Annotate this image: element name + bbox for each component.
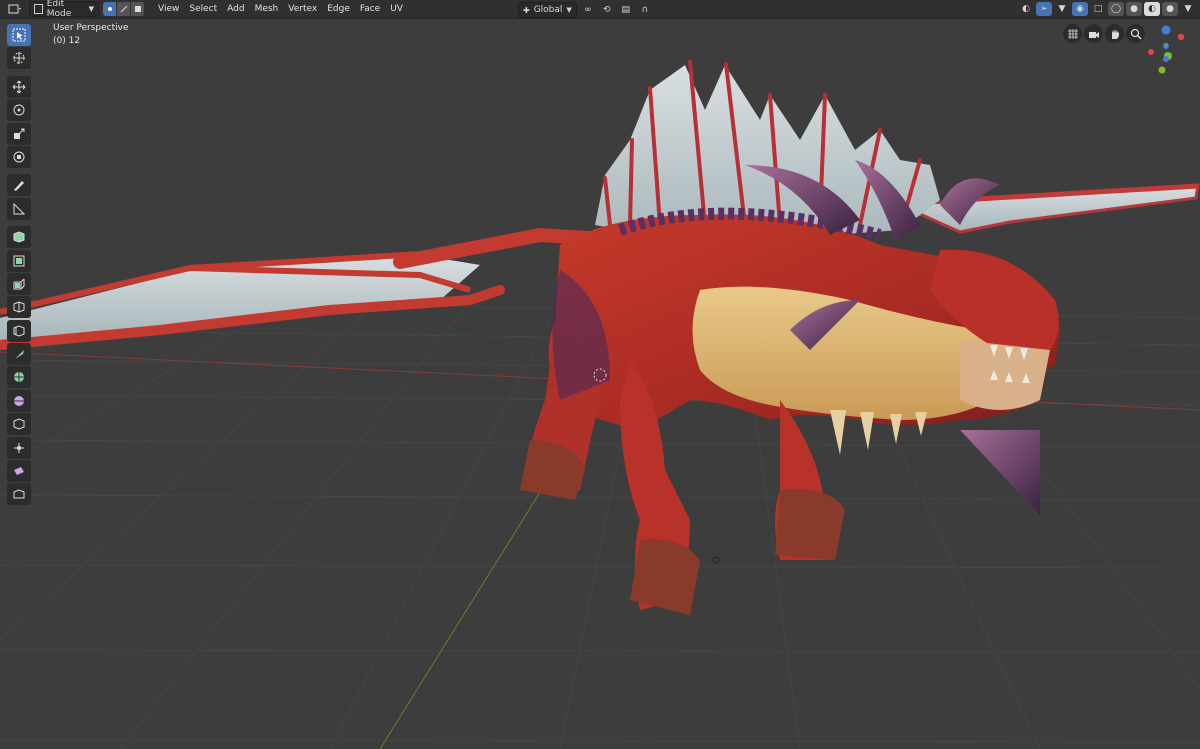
- gizmo-toggle-icon[interactable]: ➢: [1036, 2, 1052, 16]
- edit-mode-icon: [34, 4, 43, 14]
- visibility-icon[interactable]: ◐: [1018, 2, 1034, 16]
- viewport-header: Edit Mode ▼ View Select Add Mesh Vertex …: [0, 0, 1200, 19]
- pivot-point-icon[interactable]: ∞: [580, 3, 596, 17]
- shading-dropdown-icon[interactable]: ▼: [1180, 2, 1196, 16]
- gizmo-y-label: Y: [1163, 42, 1169, 50]
- add-cube-icon[interactable]: [7, 226, 31, 249]
- rendered-shading-icon[interactable]: ●: [1162, 2, 1178, 16]
- 3d-viewport[interactable]: User Perspective (0) 12 Y: [0, 0, 1200, 749]
- object-info: (0) 12: [53, 36, 81, 46]
- pan-hand-icon[interactable]: [1105, 24, 1124, 43]
- select-box-icon[interactable]: [7, 24, 31, 46]
- scale-icon[interactable]: [7, 122, 31, 145]
- solid-shading-icon[interactable]: ●: [1126, 2, 1142, 16]
- rotate-icon[interactable]: [7, 99, 31, 122]
- bevel-icon[interactable]: [7, 296, 31, 319]
- menu-face[interactable]: Face: [355, 4, 385, 14]
- shear-icon[interactable]: [7, 483, 31, 506]
- move-icon[interactable]: [7, 75, 31, 98]
- chin-spike: [960, 430, 1040, 515]
- overlay-dropdown-icon[interactable]: ▼: [1054, 2, 1070, 16]
- axis-gizmo[interactable]: Z Y: [1148, 24, 1200, 80]
- poly-build-icon[interactable]: [7, 366, 31, 389]
- grid-view-icon[interactable]: [1063, 24, 1082, 43]
- zoom-icon[interactable]: [1126, 24, 1145, 43]
- navigation-controls: [1063, 24, 1145, 43]
- overlays-icon[interactable]: ◉: [1072, 2, 1088, 16]
- shrink-fatten-icon[interactable]: [7, 460, 31, 483]
- menu-vertex[interactable]: Vertex: [283, 4, 322, 14]
- knife-icon[interactable]: [7, 343, 31, 366]
- measure-icon[interactable]: [7, 197, 31, 220]
- mode-label: Edit Mode: [46, 0, 72, 19]
- snap-icon[interactable]: ⟲: [599, 3, 615, 17]
- header-menus: View Select Add Mesh Vertex Edge Face UV: [153, 4, 408, 14]
- loop-cut-icon[interactable]: [7, 319, 31, 342]
- orientation-label: Global: [533, 5, 563, 15]
- snap-target-icon[interactable]: ▤: [618, 3, 634, 17]
- transform-icon[interactable]: [7, 145, 31, 168]
- edge-select-icon[interactable]: [117, 2, 131, 16]
- menu-mesh[interactable]: Mesh: [250, 4, 284, 14]
- vertex-select-icon[interactable]: [103, 2, 117, 16]
- menu-select[interactable]: Select: [184, 4, 222, 14]
- chevron-down-icon: ▼: [566, 6, 572, 14]
- transform-tools: ✚ Global ▼ ∞ ⟲ ▤ ∩: [516, 2, 653, 18]
- smooth-icon[interactable]: [7, 413, 31, 436]
- camera-icon[interactable]: [1084, 24, 1103, 43]
- menu-uv[interactable]: UV: [385, 4, 408, 14]
- left-toolbar: [7, 24, 31, 507]
- orientation-dropdown[interactable]: ✚ Global ▼: [518, 2, 577, 18]
- xray-icon[interactable]: □: [1090, 2, 1106, 16]
- orientation-icon: ✚: [523, 5, 530, 15]
- editor-type-icon[interactable]: [3, 2, 27, 16]
- wireframe-shading-icon[interactable]: ◯: [1108, 2, 1124, 16]
- material-preview-icon[interactable]: ◐: [1144, 2, 1160, 16]
- face-select-icon[interactable]: [131, 2, 145, 16]
- view-name: User Perspective: [53, 23, 129, 33]
- extrude-icon[interactable]: [7, 249, 31, 272]
- menu-edge[interactable]: Edge: [322, 4, 355, 14]
- viewport-shading-tools: ◐ ➢ ▼ ◉ □ ◯ ● ◐ ● ▼: [1018, 2, 1196, 16]
- annotate-icon[interactable]: [7, 174, 31, 197]
- spin-icon[interactable]: [7, 389, 31, 412]
- inset-icon[interactable]: [7, 272, 31, 295]
- proportional-edit-icon[interactable]: ∩: [637, 3, 653, 17]
- dragon-model: [0, 60, 1200, 615]
- cursor-icon[interactable]: [7, 47, 31, 70]
- select-mode-group: [103, 2, 145, 16]
- edge-slide-icon[interactable]: [7, 436, 31, 459]
- chevron-down-icon: ▼: [88, 5, 94, 13]
- object-origin: [712, 556, 720, 564]
- menu-add[interactable]: Add: [222, 4, 249, 14]
- menu-view[interactable]: View: [153, 4, 184, 14]
- mode-dropdown[interactable]: Edit Mode ▼: [29, 0, 99, 19]
